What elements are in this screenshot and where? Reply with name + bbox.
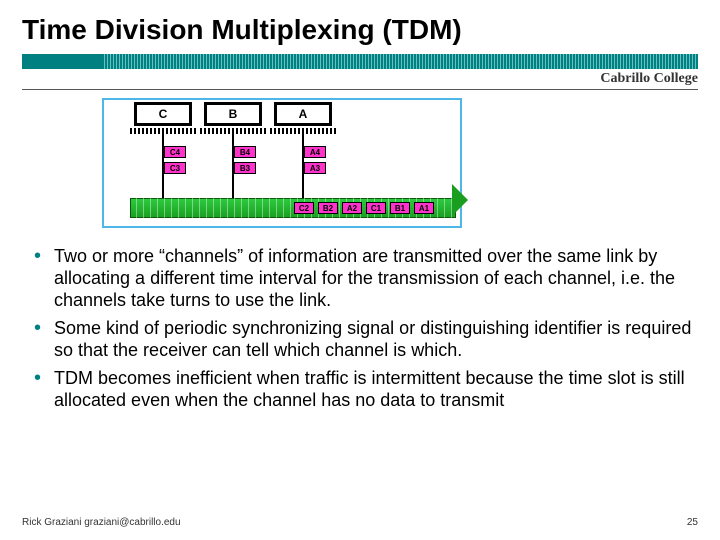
source-c: C: [134, 102, 192, 126]
college-row: Cabrillo College: [22, 71, 698, 87]
bullet-item: Two or more “channels” of information ar…: [26, 246, 692, 312]
footer: Rick Graziani graziani@cabrillo.edu 25: [22, 517, 698, 528]
slide: Time Division Multiplexing (TDM) Cabrill…: [0, 0, 720, 540]
divider: [22, 89, 698, 90]
bullet-item: TDM becomes inefficient when traffic is …: [26, 368, 692, 412]
packet-a4: A4: [304, 146, 326, 158]
source-a: A: [274, 102, 332, 126]
page-title: Time Division Multiplexing (TDM): [22, 14, 698, 46]
packet-a3: A3: [304, 162, 326, 174]
college-name: Cabrillo College: [600, 71, 698, 87]
bullet-list: Two or more “channels” of information ar…: [26, 246, 698, 412]
source-b: B: [204, 102, 262, 126]
slot-a2: A2: [342, 202, 362, 214]
page-number: 25: [687, 517, 698, 528]
packet-c3: C3: [164, 162, 186, 174]
slot-a1: A1: [414, 202, 434, 214]
diagram-wrap: C B A C4 C3 B4 B3 A4 A3 C2 B2 A2 C1 B1 A…: [22, 98, 698, 228]
packet-c4: C4: [164, 146, 186, 158]
bullet-item: Some kind of periodic synchronizing sign…: [26, 318, 692, 362]
tdm-diagram: C B A C4 C3 B4 B3 A4 A3 C2 B2 A2 C1 B1 A…: [102, 98, 462, 228]
accent-bar: [22, 54, 698, 69]
slot-c2: C2: [294, 202, 314, 214]
arrow-head-icon: [452, 184, 468, 216]
slot-c1: C1: [366, 202, 386, 214]
packet-b3: B3: [234, 162, 256, 174]
slot-b1: B1: [390, 202, 410, 214]
footer-author: Rick Graziani graziani@cabrillo.edu: [22, 517, 181, 528]
slot-b2: B2: [318, 202, 338, 214]
packet-b4: B4: [234, 146, 256, 158]
